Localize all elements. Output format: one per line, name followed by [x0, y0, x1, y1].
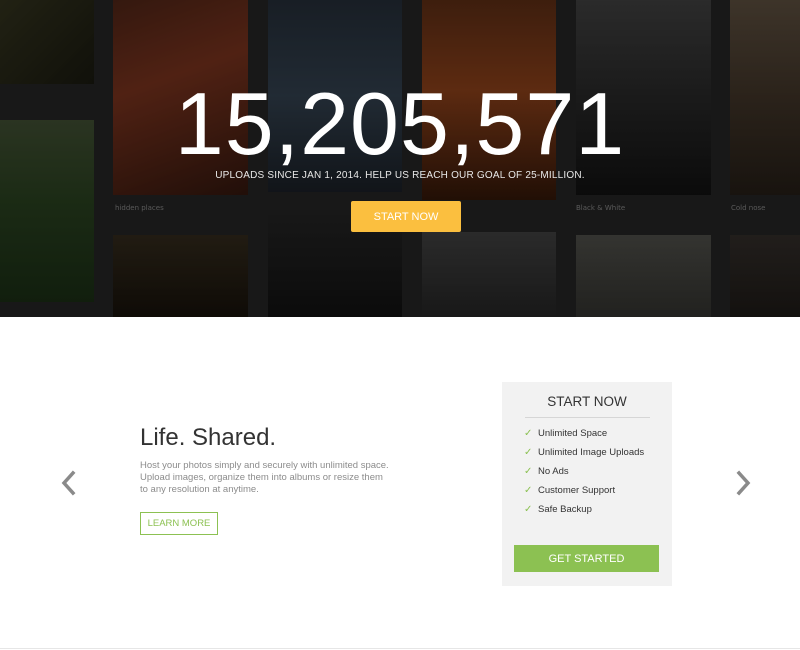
check-icon: ✓ — [524, 428, 533, 439]
feature-label: No Ads — [538, 466, 569, 477]
feature-label: Safe Backup — [538, 504, 592, 515]
promo-description: Host your photos simply and securely wit… — [140, 460, 389, 495]
learn-more-button[interactable]: LEARN MORE — [140, 512, 218, 535]
feature-item: ✓ Unlimited Space — [524, 424, 644, 443]
feature-label: Unlimited Image Uploads — [538, 447, 645, 458]
section-divider — [0, 648, 800, 649]
prev-arrow-button[interactable] — [59, 468, 79, 498]
next-arrow-button[interactable] — [733, 468, 753, 498]
feature-item: ✓ Safe Backup — [524, 500, 644, 519]
start-now-button[interactable]: START NOW — [351, 201, 461, 232]
check-icon: ✓ — [524, 447, 533, 458]
get-started-button[interactable]: GET STARTED — [514, 545, 659, 572]
upload-counter: 15,205,571 — [174, 74, 626, 173]
check-icon: ✓ — [524, 466, 533, 477]
check-icon: ✓ — [524, 504, 533, 515]
counter-subtitle: UPLOADS SINCE JAN 1, 2014. HELP US REACH… — [215, 170, 585, 181]
promo-headline: Life. Shared. — [140, 424, 277, 451]
hero-section: hidden places Black & White Cold nose 15… — [0, 0, 800, 317]
chevron-right-icon — [736, 470, 751, 496]
chevron-left-icon — [61, 470, 76, 496]
feature-list: ✓ Unlimited Space ✓ Unlimited Image Upload… — [524, 424, 644, 519]
check-icon: ✓ — [524, 485, 533, 496]
feature-item: ✓ Unlimited Image Uploads — [524, 443, 644, 462]
pricing-card: START NOW ✓ Unlimited Space ✓ Unlimited Im… — [502, 382, 672, 586]
feature-label: Customer Support — [538, 485, 616, 496]
divider — [525, 417, 650, 418]
card-title: START NOW — [547, 394, 627, 409]
feature-item: ✓ Customer Support — [524, 481, 644, 500]
feature-item: ✓ No Ads — [524, 462, 644, 481]
feature-label: Unlimited Space — [538, 428, 608, 439]
